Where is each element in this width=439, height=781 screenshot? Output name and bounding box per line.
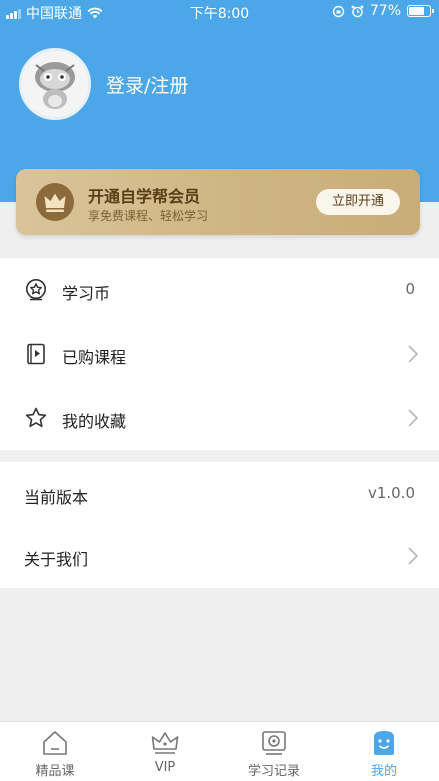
tab-study-records[interactable]: 学习记录 bbox=[219, 722, 329, 781]
chevron-right-icon bbox=[408, 345, 419, 363]
menu-item-current-version: 当前版本 v1.0.0 bbox=[0, 462, 439, 526]
coin-star-icon bbox=[26, 279, 46, 301]
chevron-right-icon bbox=[408, 547, 419, 565]
star-icon bbox=[25, 407, 47, 428]
record-icon bbox=[262, 731, 286, 755]
battery-percent: 77% bbox=[369, 3, 401, 19]
menu-item-study-coins[interactable]: 学习币 0 bbox=[0, 258, 439, 322]
chevron-right-icon bbox=[408, 409, 419, 427]
vip-subtitle: 享免费课程、轻松学习 bbox=[88, 209, 209, 223]
menu-item-favorites[interactable]: 我的收藏 bbox=[0, 386, 439, 450]
menu-section-primary: 学习币 0 已购课程 我的收藏 bbox=[0, 258, 439, 450]
cartoon-avatar-icon bbox=[22, 51, 88, 117]
video-book-icon bbox=[27, 343, 45, 365]
tab-label: 精品课 bbox=[35, 764, 75, 779]
menu-item-purchased-courses[interactable]: 已购课程 bbox=[0, 322, 439, 386]
orientation-lock-icon bbox=[332, 5, 345, 17]
avatar[interactable] bbox=[19, 48, 91, 120]
crown-badge-icon bbox=[36, 183, 74, 221]
menu-item-label: 我的收藏 bbox=[62, 412, 127, 431]
tab-mine[interactable]: 我的 bbox=[329, 722, 439, 781]
login-register-link[interactable]: 登录/注册 bbox=[106, 71, 188, 98]
face-icon bbox=[374, 731, 394, 755]
tab-label: 我的 bbox=[370, 764, 397, 779]
bottom-tab-bar: 精品课 VIP 学习记录 我的 bbox=[0, 721, 439, 781]
menu-item-label: 已购课程 bbox=[62, 348, 127, 367]
tab-courses[interactable]: 精品课 bbox=[0, 722, 110, 781]
vip-banner[interactable]: 开通自学帮会员 享免费课程、轻松学习 立即开通 bbox=[16, 169, 420, 235]
battery-icon bbox=[407, 5, 434, 17]
open-vip-button[interactable]: 立即开通 bbox=[316, 189, 400, 215]
crown-icon bbox=[151, 732, 179, 754]
status-bar: 中国联通 下午8:00 77% bbox=[0, 0, 439, 24]
tab-vip[interactable]: VIP bbox=[110, 722, 220, 781]
menu-section-secondary: 当前版本 v1.0.0 关于我们 bbox=[0, 462, 439, 588]
house-icon bbox=[43, 731, 67, 755]
alarm-icon bbox=[351, 5, 364, 17]
menu-item-about-us[interactable]: 关于我们 bbox=[0, 524, 439, 588]
study-coins-value: 0 bbox=[405, 280, 415, 298]
menu-item-label: 当前版本 bbox=[24, 488, 89, 507]
menu-item-label: 关于我们 bbox=[24, 550, 89, 569]
tab-label: 学习记录 bbox=[247, 764, 300, 779]
menu-item-label: 学习币 bbox=[62, 284, 111, 303]
vip-title: 开通自学帮会员 bbox=[88, 187, 201, 206]
tab-label: VIP bbox=[154, 760, 176, 775]
version-value: v1.0.0 bbox=[367, 484, 415, 502]
